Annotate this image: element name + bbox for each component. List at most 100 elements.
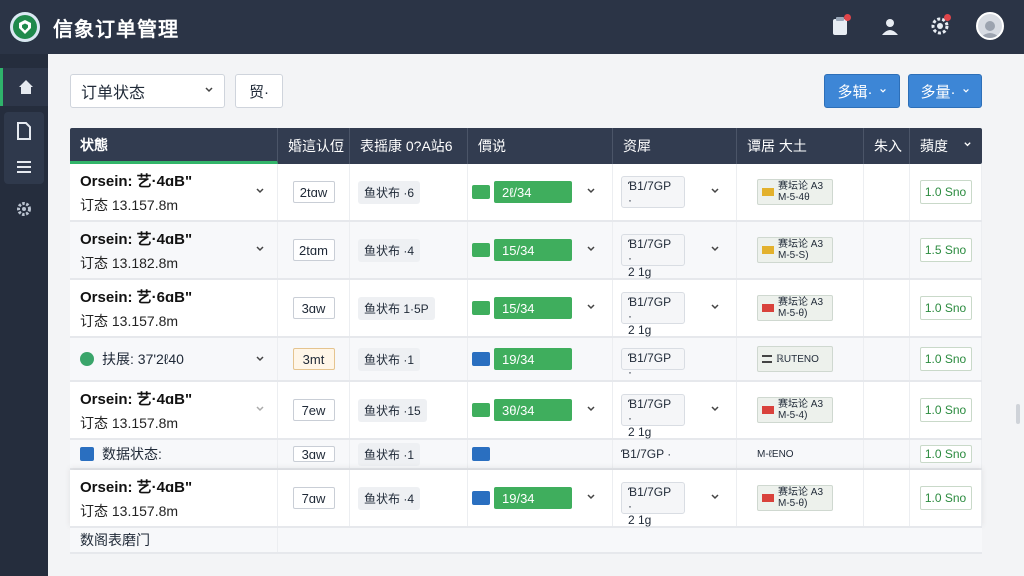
- order-cell[interactable]: Orsein: 艺·6ɑB" 订态 13.157.8m: [70, 280, 278, 336]
- resource-box[interactable]: Ɓ1/7GP · 2 1g: [621, 482, 685, 527]
- order-subtitle: 订态 13.157.8m: [80, 414, 179, 431]
- resource-box[interactable]: Ɓ1/7GP ·: [621, 176, 685, 208]
- order-cell[interactable]: Orsein: 艺·4ɑB" 订态 13.157.8m: [70, 470, 278, 526]
- order-status-select[interactable]: 订单状态: [70, 74, 225, 108]
- sidebar-item-documents[interactable]: [4, 112, 44, 184]
- table-row[interactable]: 扶展: 37'2ℓ40 3mt 鱼状布 ·1 19/34 Ɓ1/7GP · ℝU…: [70, 338, 982, 382]
- resource-value: Ɓ1/7GP ·: [621, 447, 672, 461]
- quantity-field[interactable]: 2tɑw: [292, 181, 335, 203]
- code-tag: 赛坛论 A3 M-5-θ): [757, 485, 833, 511]
- resource-box-line: 2 1g: [628, 513, 652, 527]
- sidebar: [0, 54, 48, 576]
- resource-box-line: 2 1g: [628, 323, 652, 337]
- amount-field[interactable]: 1.0 Sno: [919, 347, 972, 371]
- column-header[interactable]: 状態: [70, 128, 278, 164]
- field-value: 鱼状布 ·1: [358, 442, 421, 466]
- column-header[interactable]: 婚這认侸: [278, 128, 350, 164]
- resource-box[interactable]: Ɓ1/7GP · 2 1g: [621, 292, 685, 337]
- order-title: Orsein: 艺·6ɑB": [80, 288, 193, 306]
- status-tag[interactable]: 19/34: [494, 348, 572, 370]
- amount-field[interactable]: 1.0 Sno: [919, 296, 972, 320]
- user-icon[interactable]: [876, 12, 904, 40]
- column-header[interactable]: 谭居 大土: [737, 128, 864, 164]
- avatar[interactable]: [976, 12, 1004, 40]
- field-value: 鱼状布 ·1: [358, 347, 421, 371]
- order-title: 扶展: 37'2ℓ40: [102, 351, 184, 367]
- code-tag: 赛坛论 A3 M-5-4θ: [757, 179, 833, 205]
- order-cell[interactable]: Orsein: 艺·4ɑB" 订态 13.182.8m: [70, 222, 278, 278]
- status-tag[interactable]: 2ℓ/34: [494, 181, 572, 203]
- quantity-field[interactable]: 3mt: [292, 348, 335, 370]
- amount-field[interactable]: 1.0 Sno: [919, 445, 972, 463]
- amount-field[interactable]: 1.0 Sno: [919, 180, 972, 204]
- chevron-down-icon: [711, 304, 719, 310]
- order-subtitle: 订态 13.157.8m: [80, 196, 179, 213]
- order-title: Orsein: 艺·4ɑB": [80, 478, 193, 496]
- action-button-1[interactable]: 多辑·: [824, 74, 900, 108]
- quantity-field[interactable]: 2tɑm: [292, 239, 335, 261]
- table-row[interactable]: 数阁表磨门: [70, 528, 982, 554]
- code-line: 赛坛论 A3: [778, 487, 824, 498]
- resource-box-line: Ɓ1/7GP ·: [628, 397, 671, 425]
- resource-box-line: 2 1g: [628, 265, 652, 279]
- status-tag[interactable]: 15/34: [494, 239, 572, 261]
- chevron-down-icon: [711, 188, 719, 194]
- resource-box-line: Ɓ1/7GP ·: [628, 179, 671, 207]
- code-line: M-5-θ): [778, 498, 808, 509]
- order-subtitle: 订态 13.182.8m: [80, 254, 179, 271]
- top-bar: 信象订单管理: [0, 0, 1024, 54]
- resource-box-line: Ɓ1/7GP ·: [628, 351, 671, 379]
- quantity-field[interactable]: 7ɑw: [292, 487, 335, 509]
- code-line: 赛坛论 A3: [778, 239, 824, 250]
- table-row[interactable]: 数据状态: 3ɑw 鱼状布 ·1 Ɓ1/7GP · M-ℓENO 1.0 Sno: [70, 440, 982, 470]
- sidebar-item-settings[interactable]: [0, 190, 48, 228]
- chevron-down-icon: [962, 88, 969, 93]
- table-row[interactable]: Orsein: 艺·4ɑB" 订态 13.157.8m 7ew 鱼状布 ·15 …: [70, 382, 982, 440]
- order-subtitle: 订态 13.157.8m: [80, 502, 179, 519]
- status-prefix-icon: [472, 185, 490, 199]
- chevron-down-icon: [256, 406, 264, 412]
- amount-field[interactable]: 1.0 Sno: [919, 486, 972, 510]
- column-header[interactable]: 资犀: [613, 128, 737, 164]
- flag-mark-icon: [762, 304, 774, 312]
- table-row[interactable]: Orsein: 艺·6ɑB" 订态 13.157.8m 3ɑw 鱼状布 1·5P…: [70, 280, 982, 338]
- clipboard-notification-icon[interactable]: [826, 12, 854, 40]
- action-button-2[interactable]: 多量·: [908, 74, 982, 108]
- quantity-field[interactable]: 3ɑw: [292, 446, 335, 462]
- order-cell[interactable]: 扶展: 37'2ℓ40: [70, 338, 278, 380]
- quantity-field[interactable]: 3ɑw: [292, 297, 335, 319]
- order-cell[interactable]: 数据状态:: [70, 440, 278, 468]
- column-header[interactable]: 表摇康 0?A站6: [350, 128, 468, 164]
- table-row[interactable]: Orsein: 艺·4ɑB" 订态 13.157.8m 2tɑw 鱼状布 ·6 …: [70, 164, 982, 222]
- scrollbar-thumb[interactable]: [1016, 404, 1020, 424]
- field-value: 鱼状布 ·4: [358, 486, 421, 510]
- table-row[interactable]: Orsein: 艺·4ɑB" 订态 13.182.8m 2tɑm 鱼状布 ·4 …: [70, 222, 982, 280]
- column-header[interactable]: 價说: [468, 128, 613, 164]
- status-dot-icon: [80, 352, 94, 366]
- status-tag[interactable]: 15/34: [494, 297, 572, 319]
- amount-field[interactable]: 1.0 Sno: [919, 398, 972, 422]
- amount-field[interactable]: 1.5 Sno: [919, 238, 972, 262]
- order-status-select-label: 订单状态: [81, 85, 146, 102]
- sidebar-item-home[interactable]: [0, 68, 48, 106]
- app-title: 信象订单管理: [53, 18, 179, 41]
- status-tag[interactable]: 19/34: [494, 487, 572, 509]
- status-tag[interactable]: 3θ/34: [494, 399, 572, 421]
- code-tag: 赛坛论 A3 M-5-θ): [757, 295, 833, 321]
- resource-box[interactable]: Ɓ1/7GP ·: [621, 348, 685, 379]
- flag-mark-icon: [762, 406, 774, 414]
- chevron-down-icon: [711, 406, 719, 412]
- table-row[interactable]: Orsein: 艺·4ɑB" 订态 13.157.8m 7ɑw 鱼状布 ·4 1…: [70, 470, 982, 528]
- resource-box[interactable]: Ɓ1/7GP · 2 1g: [621, 394, 685, 439]
- column-header-sort[interactable]: 蘋度: [910, 128, 982, 164]
- order-cell[interactable]: 数阁表磨门: [70, 528, 278, 552]
- resource-box[interactable]: Ɓ1/7GP · 2 1g: [621, 234, 685, 279]
- chevron-down-icon: [711, 246, 719, 252]
- secondary-select[interactable]: 贸·: [235, 74, 283, 108]
- order-cell[interactable]: Orsein: 艺·4ɑB" 订态 13.157.8m: [70, 164, 278, 220]
- status-prefix-icon: [472, 447, 490, 461]
- settings-gear-icon[interactable]: [926, 12, 954, 40]
- column-header[interactable]: 朱入: [864, 128, 910, 164]
- quantity-field[interactable]: 7ew: [292, 399, 335, 421]
- order-cell[interactable]: Orsein: 艺·4ɑB" 订态 13.157.8m: [70, 382, 278, 438]
